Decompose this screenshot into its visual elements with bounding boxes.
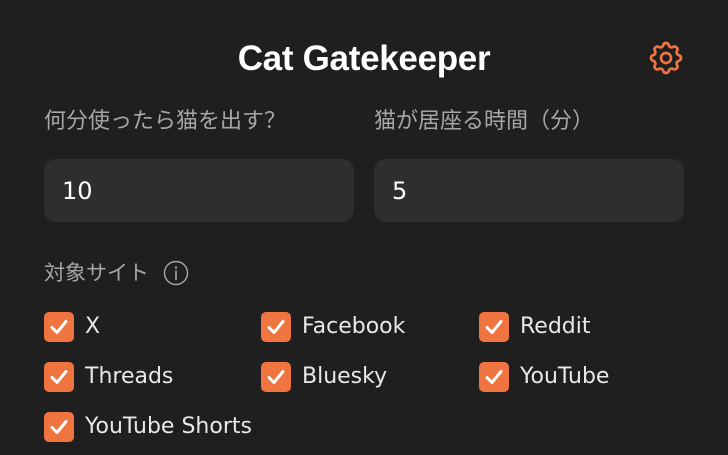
site-label: X [85, 314, 101, 339]
checkmark-icon [50, 370, 68, 384]
checkmark-icon [50, 420, 68, 434]
site-option-reddit[interactable]: Reddit [479, 311, 591, 343]
settings-button[interactable] [644, 36, 688, 80]
site-label: YouTube [520, 364, 610, 389]
site-label: Facebook [302, 314, 406, 339]
checkmark-icon [485, 370, 503, 384]
app-title: Cat Gatekeeper [237, 39, 491, 78]
checkbox-bluesky[interactable] [261, 362, 291, 392]
checkbox-youtube[interactable] [479, 362, 509, 392]
site-option-facebook[interactable]: Facebook [261, 311, 405, 343]
sites-section-label: 対象サイト [44, 257, 189, 289]
site-option-bluesky[interactable]: Bluesky [261, 361, 387, 393]
site-label: Reddit [520, 314, 591, 339]
site-label: Bluesky [302, 364, 388, 389]
checkbox-reddit[interactable] [479, 312, 509, 342]
checkbox-x[interactable] [44, 312, 74, 342]
sites-label: 対象サイト [44, 261, 149, 285]
checkmark-icon [267, 370, 285, 384]
checkmark-icon [485, 320, 503, 334]
gear-icon [649, 41, 683, 75]
checkmark-icon [50, 320, 68, 334]
checkbox-threads[interactable] [44, 362, 74, 392]
info-icon[interactable] [163, 260, 189, 286]
site-label: Threads [85, 364, 174, 389]
site-option-x[interactable]: X [44, 311, 100, 343]
site-option-youtube-shorts[interactable]: YouTube Shorts [44, 411, 252, 443]
duration-label: 猫が居座る時間（分） [374, 109, 595, 134]
duration-input[interactable] [374, 159, 684, 222]
interval-label: 何分使ったら猫を出す？ [44, 109, 287, 134]
site-option-youtube[interactable]: YouTube [479, 361, 609, 393]
checkbox-facebook[interactable] [261, 312, 291, 342]
checkmark-icon [267, 320, 285, 334]
site-option-threads[interactable]: Threads [44, 361, 173, 393]
checkbox-youtube-shorts[interactable] [44, 412, 74, 442]
interval-input[interactable] [44, 159, 354, 222]
site-label: YouTube Shorts [85, 414, 252, 439]
